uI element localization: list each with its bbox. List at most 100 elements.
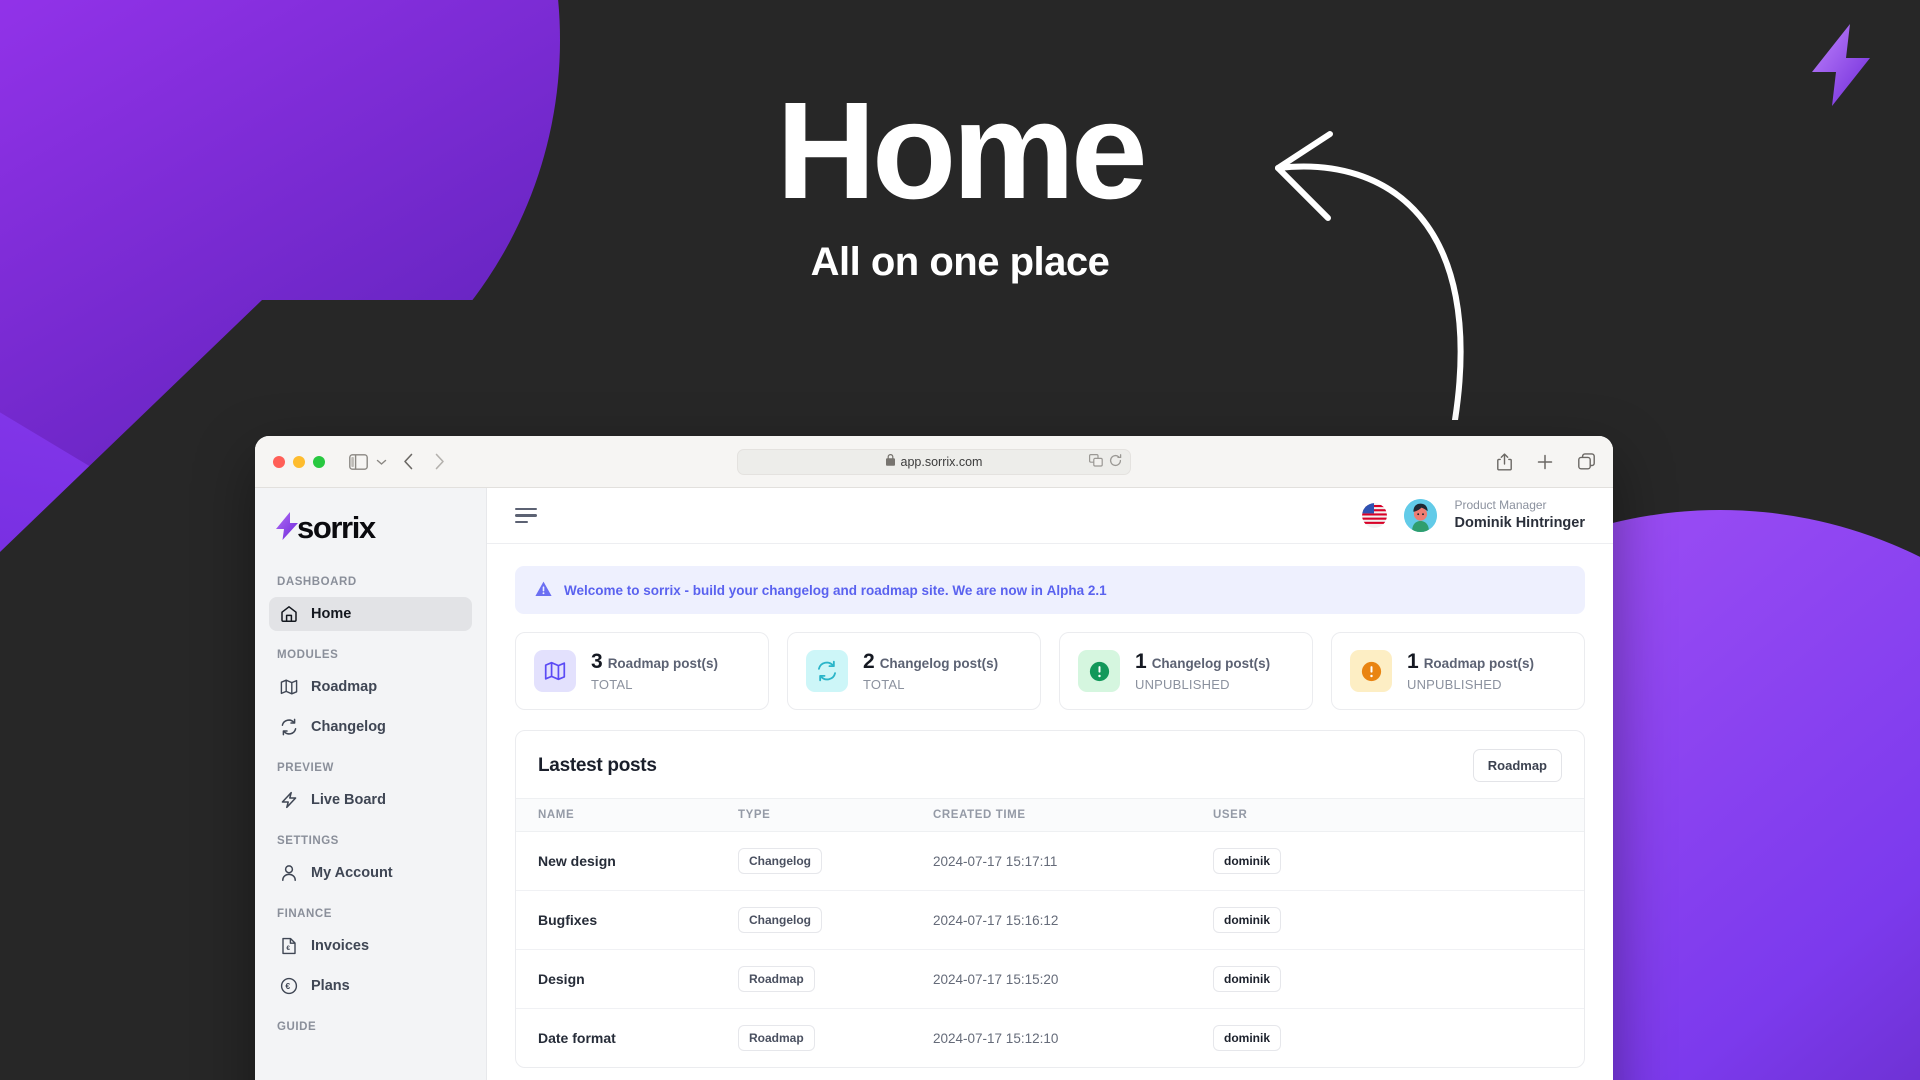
user-badge: dominik	[1213, 907, 1282, 933]
table-row[interactable]: New design Changelog 2024-07-17 15:17:11…	[516, 831, 1584, 891]
svg-text:€: €	[285, 981, 290, 991]
window-controls[interactable]	[273, 455, 325, 468]
cell-name: Bugfixes	[516, 890, 716, 950]
column-header-name: NAME	[516, 798, 716, 832]
cell-name: Date format	[538, 1030, 616, 1046]
minimize-window-button[interactable]	[293, 455, 305, 468]
refresh-icon	[806, 650, 848, 692]
panel-title: Lastest posts	[538, 754, 657, 776]
invoice-icon: €	[279, 937, 298, 956]
sidebar-item-changelog[interactable]: Changelog	[269, 710, 472, 744]
reload-icon[interactable]	[1109, 453, 1122, 470]
sidebar-item-roadmap[interactable]: Roadmap	[269, 670, 472, 704]
sidebar-item-invoices[interactable]: € Invoices	[269, 929, 472, 963]
app-shell: sorrix DASHBOARD Home MODULES Roadmap Ch…	[255, 488, 1613, 1080]
roadmap-filter-button[interactable]: Roadmap	[1472, 749, 1562, 782]
stat-status: TOTAL	[591, 677, 633, 692]
us-flag-icon[interactable]	[1362, 502, 1388, 528]
maximize-window-button[interactable]	[313, 455, 325, 468]
sidebar-toggle-icon[interactable]	[349, 453, 368, 470]
table-row[interactable]: Design Roadmap 2024-07-17 15:15:20 domin…	[516, 949, 1584, 1009]
stat-status: TOTAL	[863, 677, 905, 692]
latest-posts-panel: Lastest posts Roadmap NAME TYPE CREATED …	[515, 730, 1585, 1068]
stat-card-changelog-total: 2 Changelog post(s) TOTAL	[787, 632, 1041, 710]
stat-number: 3	[591, 650, 603, 673]
cell-user: dominik	[1191, 890, 1584, 950]
top-bar: Product Manager Dominik Hintringer	[487, 488, 1613, 544]
table-header-row: NAME TYPE CREATED TIME USER	[516, 798, 1584, 832]
page-title: Home	[776, 74, 1147, 228]
sidebar-section-settings: SETTINGS	[277, 835, 339, 847]
back-button[interactable]	[403, 453, 414, 470]
cell-created-time: 2024-07-17 15:16:12	[911, 890, 1191, 950]
latest-posts-table: NAME TYPE CREATED TIME USER New design C…	[516, 798, 1584, 1067]
home-icon	[279, 605, 298, 624]
url-text: app.sorrix.com	[900, 454, 983, 469]
warning-triangle-icon	[535, 581, 552, 600]
sidebar-item-label: Invoices	[311, 938, 370, 954]
content-area: Welcome to sorrix - build your changelog…	[487, 544, 1613, 1080]
brand-logo[interactable]: sorrix	[269, 488, 472, 546]
exclamation-circle-icon	[1350, 650, 1392, 692]
sidebar-item-plans[interactable]: € Plans	[269, 969, 472, 1003]
lock-icon	[885, 454, 895, 469]
share-icon[interactable]	[1497, 452, 1512, 471]
curved-arrow-icon	[1270, 120, 1500, 425]
table-row[interactable]: Bugfixes Changelog 2024-07-17 15:16:12 d…	[516, 890, 1584, 950]
translate-icon[interactable]	[1089, 453, 1103, 470]
bolt-icon	[279, 791, 298, 810]
sidebar-item-home[interactable]: Home	[269, 597, 472, 631]
sidebar-item-label: My Account	[311, 865, 393, 881]
cell-created-time: 2024-07-17 15:15:20	[911, 949, 1191, 1009]
map-icon	[534, 650, 576, 692]
stat-label: Changelog post(s)	[879, 656, 999, 671]
type-badge: Changelog	[738, 848, 822, 874]
cell-user: dominik	[1191, 949, 1584, 1009]
lightning-bolt-icon	[1810, 24, 1872, 111]
sidebar-item-label: Changelog	[311, 719, 386, 735]
column-header-user: USER	[1191, 798, 1584, 832]
type-badge: Changelog	[738, 907, 822, 933]
close-window-button[interactable]	[273, 455, 285, 468]
page-subtitle: All on one place	[810, 240, 1110, 284]
cell-type: Roadmap	[716, 949, 911, 1009]
sidebar-item-live-board[interactable]: Live Board	[269, 783, 472, 817]
address-bar[interactable]: app.sorrix.com	[737, 448, 1131, 475]
stat-cards: 3 Roadmap post(s) TOTAL 2 Changelog post…	[515, 632, 1585, 710]
copy-tabs-icon[interactable]	[1578, 453, 1595, 470]
cell-name: Design	[516, 949, 716, 1009]
user-role: Product Manager	[1454, 498, 1547, 513]
hamburger-icon[interactable]	[515, 507, 537, 524]
browser-window: app.sorrix.com sorrix DASHBOARD Home MOD…	[255, 436, 1613, 1080]
column-header-created-time: CREATED TIME	[911, 798, 1191, 832]
cell-user: dominik	[1191, 831, 1584, 891]
refresh-icon	[279, 718, 298, 737]
sidebar-item-label: Roadmap	[311, 679, 378, 695]
sidebar: sorrix DASHBOARD Home MODULES Roadmap Ch…	[255, 488, 487, 1080]
plus-icon[interactable]	[1537, 454, 1553, 470]
user-badge: dominik	[1213, 848, 1282, 874]
stat-status: UNPUBLISHED	[1135, 677, 1230, 692]
user-name: Dominik Hintringer	[1454, 514, 1585, 531]
cell-user: dominik	[1191, 1009, 1584, 1068]
sidebar-item-my-account[interactable]: My Account	[269, 856, 472, 890]
sidebar-section-guide: GUIDE	[277, 1021, 317, 1033]
type-badge: Roadmap	[738, 1025, 815, 1051]
stat-label: Roadmap post(s)	[1423, 656, 1534, 671]
stat-label: Roadmap post(s)	[607, 656, 718, 671]
type-badge: Roadmap	[738, 966, 815, 992]
welcome-banner-text: Welcome to sorrix - build your changelog…	[564, 582, 1107, 598]
cell-created-time: 2024-07-17 15:17:11	[911, 831, 1191, 891]
svg-text:€: €	[286, 945, 290, 952]
forward-button[interactable]	[434, 453, 445, 470]
cell-type: Roadmap	[716, 1009, 911, 1068]
table-row[interactable]: Date format Roadmap 2024-07-17 15:12:10 …	[516, 1009, 1584, 1068]
user-icon	[279, 864, 298, 883]
stat-status: UNPUBLISHED	[1407, 677, 1502, 692]
euro-circle-icon: €	[279, 977, 298, 996]
avatar[interactable]	[1404, 498, 1438, 532]
stat-card-changelog-unpublished: 1 Changelog post(s) UNPUBLISHED	[1059, 632, 1313, 710]
chevron-down-icon[interactable]	[376, 458, 387, 466]
sidebar-item-label: Home	[311, 606, 352, 622]
user-badge: dominik	[1213, 1025, 1282, 1051]
